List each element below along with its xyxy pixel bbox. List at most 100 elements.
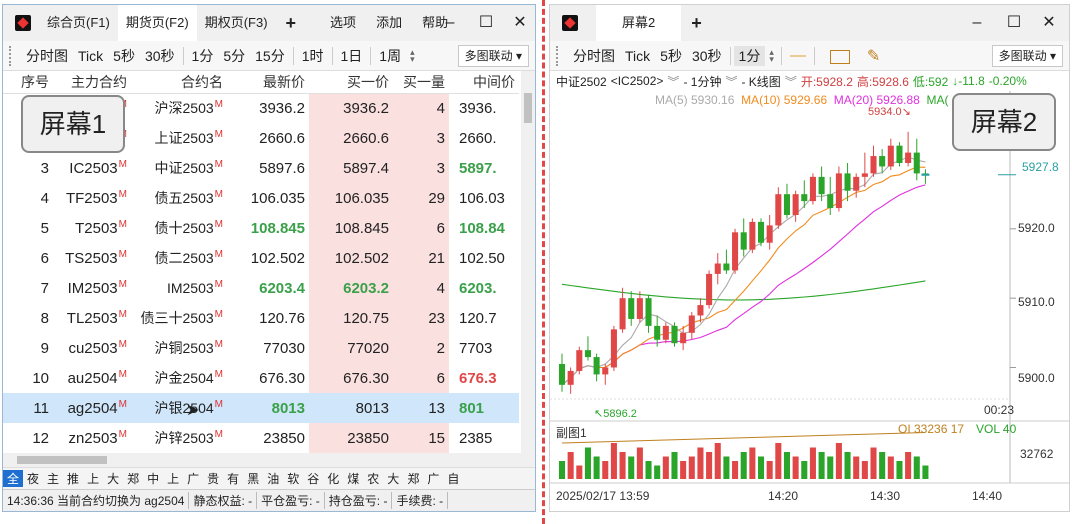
col-last[interactable]: 最新价: [227, 71, 309, 94]
exchange-filter-item[interactable]: 自: [443, 470, 463, 487]
period-5s[interactable]: 5秒: [655, 46, 687, 66]
instrument-code[interactable]: <IC2502>: [611, 74, 664, 88]
quote-horizontal-scrollbar[interactable]: [3, 453, 535, 467]
volume-bar: [801, 461, 808, 479]
ma10-label: MA(10) 5929.66: [741, 93, 828, 107]
last-price: 8013: [227, 393, 309, 423]
exchange-filter-item[interactable]: 煤: [343, 470, 363, 487]
exchange-filter-item[interactable]: 化: [323, 470, 343, 487]
chevron-down-icon[interactable]: ︾: [785, 73, 797, 90]
quote-row[interactable]: 9 cu2503M 沪铜2503M 77030 77020 2 7703: [3, 333, 519, 363]
exchange-filter-item[interactable]: 广: [183, 470, 203, 487]
volume-bar: [775, 443, 782, 479]
exchange-filter-item[interactable]: 农: [363, 470, 383, 487]
tab-futures[interactable]: 期货页(F2): [117, 5, 197, 41]
quote-row[interactable]: 4 TF2503M 债五2503M 106.035 106.035 29 106.03: [3, 183, 519, 213]
exchange-filter-item[interactable]: 上: [83, 470, 103, 487]
candle: [766, 225, 773, 243]
multi-link-dropdown[interactable]: 多图联动 ▾: [457, 44, 529, 67]
exchange-filter-item[interactable]: 郑: [123, 470, 143, 487]
quote-row[interactable]: 11 ag2504M 沪银2504M 8013 8013 13 801: [3, 393, 519, 423]
exchange-filter-item[interactable]: 中: [143, 470, 163, 487]
period-30s[interactable]: 30秒: [687, 46, 727, 66]
exchange-filter-item[interactable]: 油: [263, 470, 283, 487]
col-contract[interactable]: 主力合约: [53, 71, 131, 94]
period-tick[interactable]: Tick: [620, 48, 655, 64]
period-spin-icon[interactable]: ▴ ▾: [406, 47, 419, 63]
close-button[interactable]: ✕: [1032, 5, 1066, 41]
period-5m[interactable]: 5分: [218, 46, 250, 66]
quote-row[interactable]: 10 au2504M 沪金2504M 676.30 676.30 6 676.3: [3, 363, 519, 393]
period-5s[interactable]: 5秒: [108, 46, 140, 66]
col-index[interactable]: 序号: [3, 71, 53, 94]
quote-row[interactable]: 12 zn2503M 沪锌2503M 23850 23850 15 2385: [3, 423, 519, 453]
scroll-thumb[interactable]: [524, 93, 532, 123]
options-menu[interactable]: 选项: [320, 5, 366, 41]
tab-screen2[interactable]: 屏幕2: [596, 5, 682, 41]
toolbar-divider: [780, 46, 782, 65]
candle: [654, 325, 661, 340]
maximize-button[interactable]: ☐: [997, 5, 1031, 41]
row-index: 6: [40, 249, 49, 267]
exchange-filter-item[interactable]: 全: [3, 470, 24, 487]
add-menu[interactable]: 添加: [366, 5, 412, 41]
chart-type-select[interactable]: - K线图: [741, 73, 780, 90]
period-1m[interactable]: 1分: [733, 45, 766, 66]
add-tab-button[interactable]: +: [681, 5, 712, 41]
exchange-filter-item[interactable]: 贵: [203, 470, 223, 487]
multi-link-dropdown[interactable]: 多图联动 ▾: [991, 44, 1063, 67]
period-1d[interactable]: 1日: [336, 46, 368, 66]
quote-row[interactable]: 5 T2503M 债十2503M 108.845 108.845 6 108.84: [3, 213, 519, 243]
exchange-filter-item[interactable]: 大: [103, 470, 123, 487]
draw-line-icon[interactable]: —: [785, 47, 811, 65]
period-30s[interactable]: 30秒: [140, 46, 180, 66]
exchange-filter-item[interactable]: 郑: [403, 470, 423, 487]
toolbar-grip-icon[interactable]: [556, 45, 560, 66]
period-15m[interactable]: 15分: [250, 46, 290, 66]
chevron-down-icon[interactable]: ︾: [725, 73, 737, 90]
col-mid[interactable]: 中间价: [449, 71, 519, 94]
eraser-icon[interactable]: ✎: [862, 46, 885, 66]
kline-chart[interactable]: [550, 91, 1069, 501]
period-tick[interactable]: Tick: [73, 48, 108, 64]
exchange-filter-item[interactable]: 大: [383, 470, 403, 487]
exchange-filter-item[interactable]: 主: [43, 470, 63, 487]
period-1w[interactable]: 1周: [374, 46, 406, 66]
period-1h[interactable]: 1时: [297, 46, 329, 66]
period-timeshare[interactable]: 分时图: [568, 46, 620, 66]
toolbar-grip-icon[interactable]: [9, 45, 13, 66]
candle: [905, 152, 912, 163]
chevron-down-icon[interactable]: ︾: [667, 73, 679, 90]
draw-rect-icon[interactable]: [818, 47, 862, 64]
col-bid[interactable]: 买一价: [309, 71, 393, 94]
exchange-filter-item[interactable]: 推: [63, 470, 83, 487]
minimize-button[interactable]: –: [433, 5, 467, 41]
quote-row[interactable]: 6 TS2503M 债二2503M 102.502 102.502 21 102.50: [3, 243, 519, 273]
add-tab-button[interactable]: +: [276, 5, 307, 41]
exchange-filter-item[interactable]: 有: [223, 470, 243, 487]
exchange-filter-item[interactable]: 广: [423, 470, 443, 487]
quote-row[interactable]: 3 IC2503M 中证2503M 5897.6 5897.4 3 5897.: [3, 153, 519, 183]
period-timeshare[interactable]: 分时图: [21, 46, 73, 66]
exchange-filter-item[interactable]: 夜: [23, 470, 43, 487]
close-button[interactable]: ✕: [503, 5, 535, 41]
scroll-thumb[interactable]: [17, 456, 107, 464]
candle: [558, 364, 566, 385]
quote-row[interactable]: 8 TL2503M 债三十2503M 120.76 120.75 23 120.7: [3, 303, 519, 333]
period-spin-icon[interactable]: ▴ ▾: [765, 47, 778, 63]
exchange-filter-item[interactable]: 谷: [303, 470, 323, 487]
period-1m[interactable]: 1分: [187, 46, 219, 66]
maximize-button[interactable]: ☐: [469, 5, 503, 41]
exchange-filter-item[interactable]: 软: [283, 470, 303, 487]
col-bid-vol[interactable]: 买一量: [393, 71, 449, 94]
exchange-filter-item[interactable]: 黑: [243, 470, 263, 487]
exchange-filter-item[interactable]: 上: [163, 470, 183, 487]
minimize-button[interactable]: –: [960, 5, 994, 41]
quote-row[interactable]: 7 IM2503M IM2503M 6203.4 6203.2 4 6203.: [3, 273, 519, 303]
quote-vertical-scrollbar[interactable]: [521, 71, 535, 453]
period-select[interactable]: - 1分钟: [683, 73, 721, 90]
tab-overview[interactable]: 综合页(F1): [39, 5, 118, 41]
col-name[interactable]: 合约名: [131, 71, 227, 94]
instrument-name[interactable]: 中证2502: [556, 73, 607, 90]
tab-options[interactable]: 期权页(F3): [197, 5, 276, 41]
